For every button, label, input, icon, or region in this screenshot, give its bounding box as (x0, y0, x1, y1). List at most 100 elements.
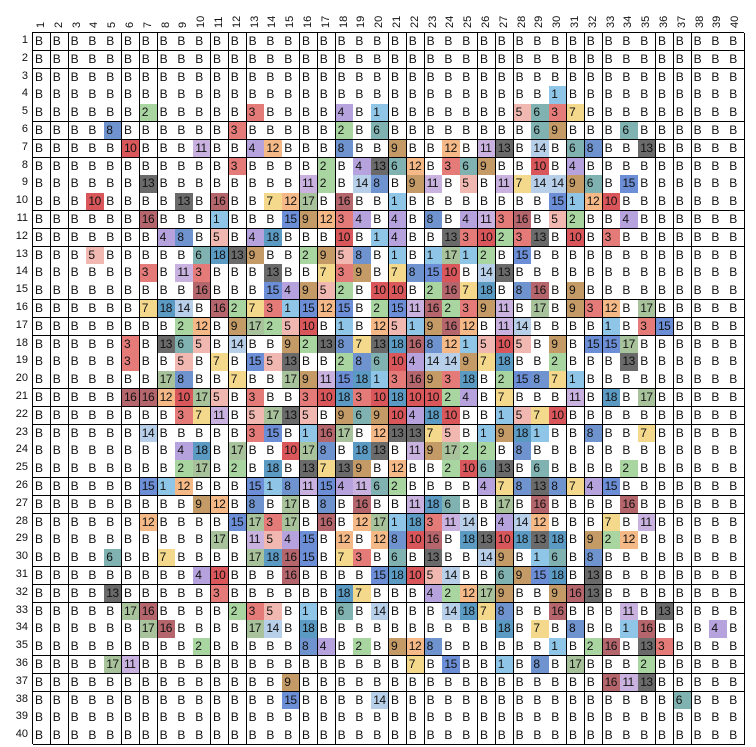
grid-cell: B (264, 673, 283, 693)
grid-cell: B (139, 442, 159, 461)
row-header: 13 (15, 247, 28, 260)
grid-cell: 9 (300, 211, 319, 230)
grid-cell: B (211, 264, 230, 283)
grid-cell: 7 (264, 193, 283, 212)
grid-cell: 12 (460, 317, 479, 337)
grid-cell: B (495, 282, 515, 301)
grid-cell: B (353, 673, 372, 693)
grid-cell: B (460, 656, 479, 675)
grid-cell: B (228, 656, 248, 675)
column-header: 30 (551, 15, 564, 28)
grid-cell: B (157, 638, 176, 657)
grid-cell: B (50, 104, 70, 123)
grid-cell: B (478, 389, 497, 408)
grid-cell: B (656, 33, 675, 52)
grid-cell: B (584, 709, 604, 728)
grid-cell: 12 (317, 300, 337, 319)
grid-cell: B (602, 246, 621, 265)
row-header: 1 (21, 34, 28, 46)
grid-cell: B (460, 478, 479, 497)
grid-cell: B (68, 371, 87, 390)
grid-cell: B (228, 86, 248, 105)
grid-cell: B (228, 175, 248, 194)
grid-cell: B (727, 86, 746, 105)
grid-cell: 10 (495, 335, 515, 354)
grid-cell: B (317, 567, 337, 586)
grid-cell: 15 (317, 478, 337, 497)
grid-cell: B (460, 33, 479, 52)
grid-cell: 3 (193, 264, 212, 283)
grid-cell: B (353, 122, 372, 141)
grid-cell: 17 (211, 531, 230, 550)
grid-cell: 17 (157, 371, 176, 390)
grid-cell: B (335, 50, 354, 70)
grid-cell: 4 (246, 139, 265, 159)
grid-cell: 6 (371, 122, 390, 141)
grid-cell: B (709, 33, 728, 52)
grid-cell: B (282, 389, 301, 408)
column-header: 9 (177, 21, 190, 28)
grid-cell: 6 (531, 122, 550, 141)
grid-cell: B (300, 157, 319, 176)
grid-cell: B (68, 549, 87, 568)
grid-cell: 12 (584, 193, 604, 212)
grid-cell: B (371, 549, 390, 568)
grid-cell: 15 (264, 282, 283, 301)
grid-cell: B (211, 317, 230, 337)
grid-cell: B (68, 424, 87, 443)
grid-cell: B (567, 424, 586, 443)
grid-cell: 14 (513, 513, 532, 532)
grid-cell: 16 (139, 602, 159, 621)
grid-cell: 14 (549, 175, 568, 194)
grid-cell: 8 (406, 264, 426, 283)
grid-cell: B (727, 567, 746, 586)
grid-cell: B (709, 549, 728, 568)
grid-cell: 11 (406, 442, 426, 461)
grid-cell: 11 (424, 175, 443, 194)
grid-cell: B (86, 442, 105, 461)
grid-cell: 6 (442, 495, 461, 515)
grid-cell: B (584, 122, 604, 141)
grid-cell: B (531, 727, 550, 746)
grid-cell: 3 (228, 157, 248, 176)
grid-cell: B (300, 353, 319, 372)
grid-cell: B (638, 602, 657, 621)
grid-cell: B (264, 495, 283, 515)
grid-cell: B (104, 211, 123, 230)
puzzle-canvas: 1 2 3 4 5 6 7 8 9 10 11 12 13 14 15 16 17 18 19 20 21 22 23 24 2… (0, 0, 756, 747)
grid-cell: 8 (300, 638, 319, 657)
grid-cell: B (33, 68, 52, 87)
grid-cell: B (139, 567, 159, 586)
grid-cell: B (709, 175, 728, 194)
grid-cell: B (104, 86, 123, 105)
grid-cell: 13 (638, 673, 657, 693)
grid-cell: B (157, 513, 176, 532)
grid-cell: B (33, 175, 52, 194)
grid-cell: B (246, 727, 265, 746)
column-header: 33 (604, 15, 617, 28)
grid-cell: 17 (282, 513, 301, 532)
grid-cell: B (478, 175, 497, 194)
grid-cell: B (460, 709, 479, 728)
grid-cell: 10 (300, 317, 319, 337)
grid-cell: B (620, 584, 639, 604)
grid-cell: 12 (531, 513, 550, 532)
grid-cell: B (211, 709, 230, 728)
grid-cell: 2 (478, 246, 497, 265)
grid-cell: B (549, 709, 568, 728)
grid-cell: 10 (282, 442, 301, 461)
grid-cell: 13 (389, 424, 408, 443)
grid-cell: B (193, 673, 212, 693)
grid-cell: B (460, 495, 479, 515)
grid-cell: B (709, 139, 728, 159)
grid-cell: B (317, 122, 337, 141)
grid-cell: 1 (389, 193, 408, 212)
grid-cell: B (549, 513, 568, 532)
grid-cell: B (727, 122, 746, 141)
grid-cell: B (620, 50, 639, 70)
grid-cell: B (104, 495, 123, 515)
grid-cell: B (691, 495, 710, 515)
column-header: 2 (52, 21, 65, 28)
grid-cell: B (531, 68, 550, 87)
column-header: 32 (586, 15, 599, 28)
